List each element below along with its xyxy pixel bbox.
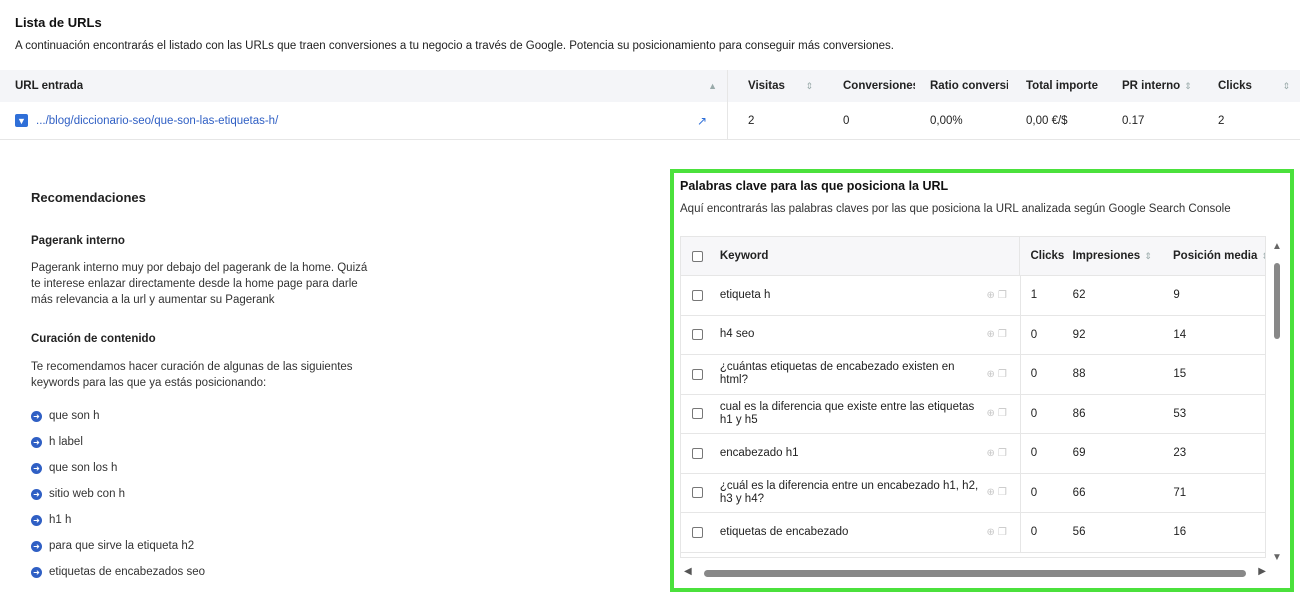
row-checkbox[interactable] <box>692 408 704 420</box>
col-keyword[interactable]: Keyword <box>715 237 1021 275</box>
list-item: ➜ que son los h <box>31 455 205 481</box>
list-item: ➜ etiquetas de encabezados seo <box>31 559 205 585</box>
col-conversiones[interactable]: Conversiones <box>823 70 918 102</box>
cell-conversiones: 0 <box>843 114 850 127</box>
row-checkbox[interactable] <box>692 447 704 459</box>
pagerank-text: Pagerank interno muy por debajo del page… <box>31 262 368 306</box>
url-link[interactable]: .../blog/diccionario-seo/que-son-las-eti… <box>36 115 278 127</box>
keywords-table-header: Keyword Clicks Impresiones ⇕ Posición med… <box>681 237 1265 276</box>
table-row: cual es la diferencia que existe entre l… <box>681 394 1265 434</box>
keywords-panel-title: Palabras clave para las que posiciona la… <box>680 179 949 193</box>
arrow-right-icon: ➜ <box>31 488 42 500</box>
external-link-icon[interactable]: ↗ <box>697 114 707 128</box>
vertical-scrollbar[interactable]: ▲ ▼ <box>1270 241 1284 563</box>
table-row: etiqueta h ⊕❐ 1 62 9 <box>681 276 1265 316</box>
url-table-header: URL entrada ▲ Visitas ⇕ Conversiones Rat… <box>0 70 1300 102</box>
chevron-down-icon[interactable]: ▼ <box>15 114 28 127</box>
sort-icon[interactable]: ⇕ <box>1261 251 1265 262</box>
col-pr-interno[interactable]: PR interno ⇕ <box>1110 70 1206 102</box>
col-visitas[interactable]: Visitas ⇕ <box>728 70 823 102</box>
arrow-right-icon: ➜ <box>31 436 42 448</box>
keywords-panel: Palabras clave para las que posiciona la… <box>670 169 1294 592</box>
curation-text: Te recomendamos hacer curación de alguna… <box>31 361 353 389</box>
scroll-down-icon[interactable]: ▼ <box>1272 552 1282 563</box>
col-clicks[interactable]: Clicks ⇕ <box>1206 70 1300 102</box>
arrow-right-icon: ➜ <box>31 566 42 578</box>
recommendations-title: Recomendaciones <box>31 190 146 205</box>
table-row: etiquetas de encabezado ⊕❐ 0 56 16 <box>681 513 1265 553</box>
keywords-table: Keyword Clicks Impresiones ⇕ Posición med… <box>680 236 1266 558</box>
row-actions-icons[interactable]: ⊕❐ <box>986 408 1009 419</box>
row-actions-icons[interactable]: ⊕❐ <box>986 290 1009 301</box>
row-actions-icons[interactable]: ⊕❐ <box>986 369 1009 380</box>
row-checkbox[interactable] <box>692 329 704 341</box>
row-actions-icons[interactable]: ⊕❐ <box>986 527 1009 538</box>
table-row: ▼ .../blog/diccionario-seo/que-son-las-e… <box>0 102 1300 140</box>
vertical-scroll-thumb[interactable] <box>1274 263 1280 339</box>
cell-visitas: 2 <box>748 114 755 127</box>
col-impresiones[interactable]: Impresiones ⇕ <box>1062 250 1163 262</box>
list-item: ➜ para que sirve la etiqueta h2 <box>31 533 205 559</box>
row-checkbox[interactable] <box>692 368 704 380</box>
table-row: encabezado h1 ⊕❐ 0 69 23 <box>681 434 1265 474</box>
col-total-importe[interactable]: Total importe <box>1014 70 1110 102</box>
row-checkbox[interactable] <box>692 526 704 538</box>
row-actions-icons[interactable]: ⊕❐ <box>986 487 1009 498</box>
curation-heading: Curación de contenido <box>31 333 156 345</box>
row-checkbox[interactable] <box>692 487 704 499</box>
pagerank-heading: Pagerank interno <box>31 235 125 247</box>
row-checkbox[interactable] <box>692 289 704 301</box>
sort-icon[interactable]: ▲ <box>708 81 717 91</box>
row-actions-icons[interactable]: ⊕❐ <box>986 329 1009 340</box>
arrow-right-icon: ➜ <box>31 410 42 422</box>
section-description: A continuación encontrarás el listado co… <box>15 40 894 52</box>
sort-icon[interactable]: ⇕ <box>1144 251 1152 262</box>
list-item: ➜ h label <box>31 429 205 455</box>
url-table: URL entrada ▲ Visitas ⇕ Conversiones Rat… <box>0 70 1300 140</box>
col-ratio-conversion[interactable]: Ratio conversión <box>918 70 1014 102</box>
arrow-right-icon: ➜ <box>31 462 42 474</box>
cell-total: 0,00 €/$ <box>1026 114 1068 127</box>
list-item: ➜ sitio web con h <box>31 481 205 507</box>
table-row: ¿cuántas etiquetas de encabezado existen… <box>681 355 1265 395</box>
arrow-right-icon: ➜ <box>31 540 42 552</box>
scroll-right-icon[interactable]: ▶ <box>1258 566 1266 577</box>
sort-icon[interactable]: ⇕ <box>1282 81 1290 92</box>
col-clicks[interactable]: Clicks <box>1020 250 1064 262</box>
select-all-checkbox[interactable] <box>692 250 704 262</box>
cell-pr: 0.17 <box>1122 114 1145 127</box>
scroll-up-icon[interactable]: ▲ <box>1272 241 1282 252</box>
keywords-panel-description: Aquí encontrarás las palabras claves por… <box>680 203 1231 215</box>
list-item: ➜ que son h <box>31 403 205 429</box>
list-item: ➜ h1 h <box>31 507 205 533</box>
scroll-left-icon[interactable]: ◀ <box>684 566 692 577</box>
row-actions-icons[interactable]: ⊕❐ <box>986 448 1009 459</box>
col-url-entrada[interactable]: URL entrada ▲ <box>0 70 728 102</box>
keyword-suggestion-list: ➜ que son h ➜ h label ➜ que son los h ➜ siti… <box>31 403 205 585</box>
sort-icon[interactable]: ⇕ <box>1184 81 1192 92</box>
arrow-right-icon: ➜ <box>31 514 42 526</box>
horizontal-scrollbar[interactable]: ◀ ▶ <box>684 566 1266 580</box>
cell-clicks: 2 <box>1218 114 1225 127</box>
sort-icon[interactable]: ⇕ <box>805 81 813 92</box>
col-posicion-media[interactable]: Posición media⇕ <box>1163 250 1265 262</box>
cell-ratio: 0,00% <box>930 114 963 127</box>
section-title: Lista de URLs <box>15 15 102 30</box>
table-row: ¿cuál es la diferencia entre un encabeza… <box>681 473 1265 513</box>
horizontal-scroll-thumb[interactable] <box>704 570 1246 577</box>
table-row: h4 seo ⊕❐ 0 92 14 <box>681 315 1265 355</box>
